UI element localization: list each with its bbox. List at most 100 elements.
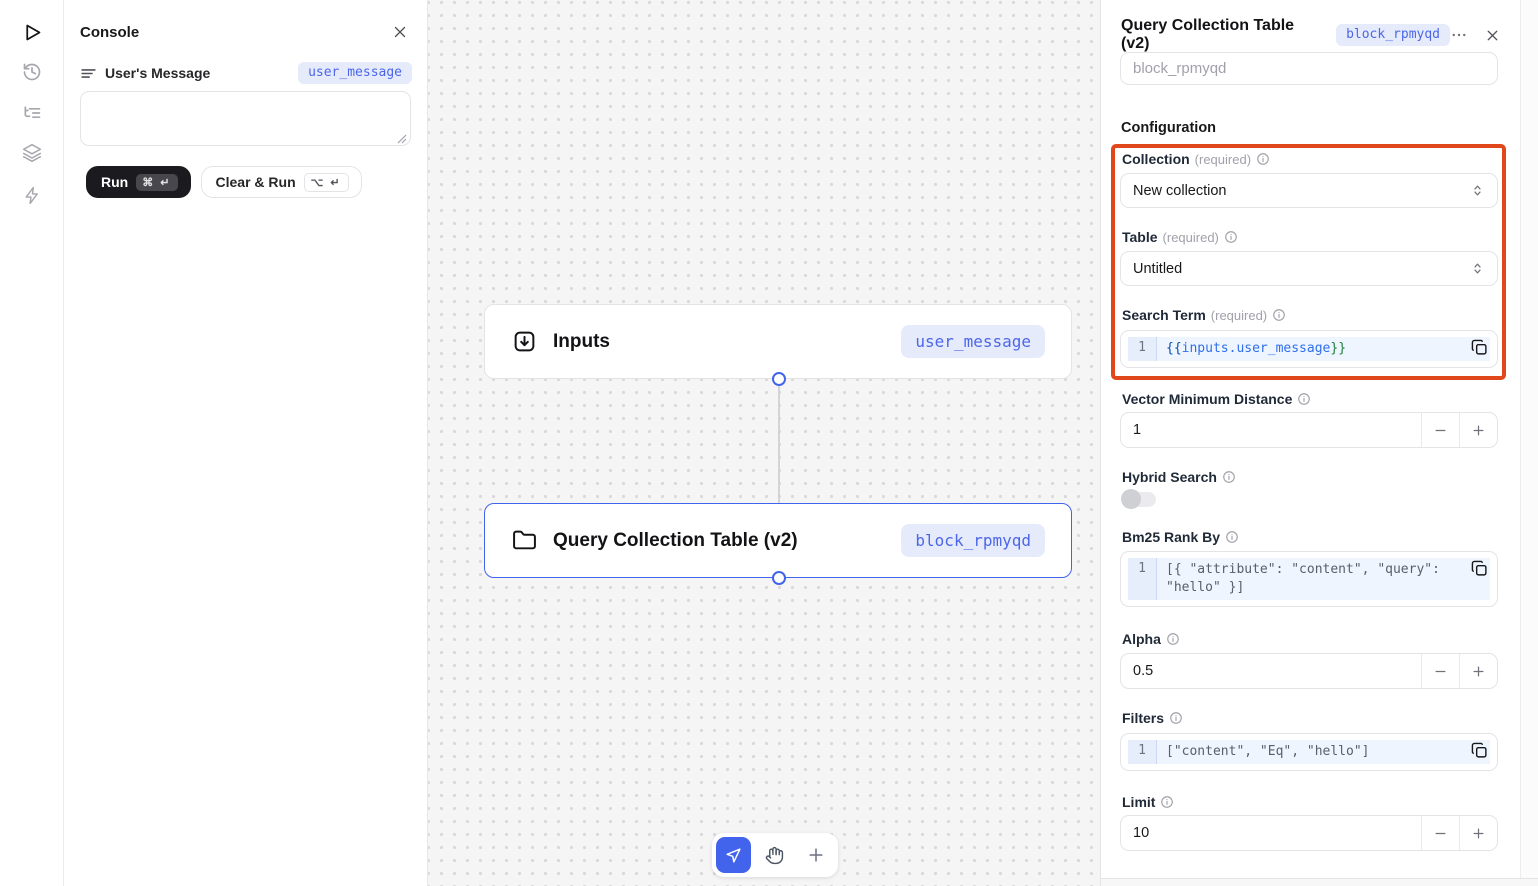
chevron-up-down-icon bbox=[1470, 183, 1485, 198]
copy-icon[interactable] bbox=[1471, 339, 1488, 356]
folder-icon bbox=[512, 528, 537, 553]
field-label: Hybrid Search bbox=[1122, 469, 1217, 485]
info-icon[interactable] bbox=[1272, 308, 1286, 322]
info-icon[interactable] bbox=[1224, 230, 1238, 244]
clear-and-run-button[interactable]: Clear & Run ⌥ ↵ bbox=[201, 166, 362, 198]
table-selected-value: Untitled bbox=[1133, 261, 1182, 277]
code-content[interactable]: ["content", "Eq", "hello"] bbox=[1157, 740, 1490, 764]
node-title: Query Collection Table (v2) bbox=[553, 530, 798, 552]
alpha-label-row: Alpha bbox=[1122, 631, 1180, 647]
block-name-input[interactable] bbox=[1120, 52, 1498, 85]
canvas-toolbar bbox=[712, 833, 838, 877]
required-tag: (required) bbox=[1163, 230, 1219, 245]
history-icon[interactable] bbox=[18, 58, 46, 86]
table-label-row: Table (required) bbox=[1122, 229, 1238, 245]
field-label: Table bbox=[1122, 229, 1158, 245]
info-icon[interactable] bbox=[1256, 152, 1270, 166]
code-token: {{ bbox=[1166, 341, 1182, 356]
collection-selected-value: New collection bbox=[1133, 183, 1227, 199]
decrement-button[interactable] bbox=[1421, 654, 1459, 688]
collection-label-row: Collection (required) bbox=[1122, 151, 1270, 167]
inspector-header: Query Collection Table (v2) block_rpmyqd bbox=[1121, 17, 1501, 53]
run-button[interactable]: Run ⌘ ↵ bbox=[86, 166, 191, 198]
node-inputs[interactable]: Inputs user_message bbox=[484, 304, 1072, 379]
code-token: }} bbox=[1330, 341, 1346, 356]
info-icon[interactable] bbox=[1169, 711, 1183, 725]
node-query-collection-table[interactable]: Query Collection Table (v2) block_rpmyqd bbox=[484, 503, 1072, 578]
workflow-canvas[interactable]: Inputs user_message Query Collection Tab… bbox=[428, 0, 1100, 886]
limit-label-row: Limit bbox=[1122, 794, 1174, 810]
info-icon[interactable] bbox=[1160, 795, 1174, 809]
increment-button[interactable] bbox=[1459, 413, 1497, 447]
collection-select[interactable]: New collection bbox=[1120, 173, 1498, 208]
increment-button[interactable] bbox=[1459, 654, 1497, 688]
field-label: Alpha bbox=[1122, 631, 1161, 647]
increment-button[interactable] bbox=[1459, 816, 1497, 850]
console-buttons: Run ⌘ ↵ Clear & Run ⌥ ↵ bbox=[86, 166, 362, 198]
node-title: Inputs bbox=[553, 331, 610, 353]
clear-run-button-label: Clear & Run bbox=[216, 174, 296, 190]
node-badge: user_message bbox=[901, 325, 1045, 358]
copy-icon[interactable] bbox=[1471, 560, 1488, 577]
run-flow-icon[interactable] bbox=[18, 18, 46, 46]
scrollbar-track[interactable] bbox=[1520, 0, 1538, 886]
configuration-heading: Configuration bbox=[1121, 120, 1216, 136]
alpha-value[interactable]: 0.5 bbox=[1121, 654, 1421, 688]
required-tag: (required) bbox=[1195, 152, 1251, 167]
vector-min-distance-value[interactable]: 1 bbox=[1121, 413, 1421, 447]
field-label: Search Term bbox=[1122, 307, 1206, 323]
pan-hand-tool[interactable] bbox=[757, 837, 792, 873]
console-close-icon[interactable] bbox=[391, 23, 409, 41]
input-variable-badge: user_message bbox=[298, 62, 412, 84]
info-icon[interactable] bbox=[1166, 632, 1180, 646]
vector-min-distance-field: 1 bbox=[1120, 412, 1498, 448]
hybrid-search-label-row: Hybrid Search bbox=[1122, 469, 1236, 485]
required-tag: (required) bbox=[1211, 308, 1267, 323]
bm25-editor[interactable]: 1 [{ "attribute": "content", "query": "h… bbox=[1120, 551, 1498, 607]
user-message-textarea[interactable] bbox=[80, 91, 411, 146]
line-number: 1 bbox=[1128, 558, 1157, 600]
output-port[interactable] bbox=[772, 571, 786, 585]
limit-value[interactable]: 10 bbox=[1121, 816, 1421, 850]
output-port[interactable] bbox=[772, 372, 786, 386]
run-shortcut: ⌘ ↵ bbox=[136, 174, 177, 191]
info-icon[interactable] bbox=[1222, 470, 1236, 484]
search-term-editor[interactable]: 1 {{inputs.user_message}} bbox=[1120, 330, 1498, 368]
align-left-icon bbox=[80, 65, 97, 82]
inspector-footer bbox=[1101, 878, 1538, 886]
bm25-label-row: Bm25 Rank By bbox=[1122, 529, 1239, 545]
chevron-up-down-icon bbox=[1470, 261, 1485, 276]
info-icon[interactable] bbox=[1297, 392, 1311, 406]
more-options-icon[interactable] bbox=[1450, 26, 1468, 44]
table-select[interactable]: Untitled bbox=[1120, 251, 1498, 286]
app-window: Console User's Message user_message Run … bbox=[0, 0, 1538, 886]
copy-icon[interactable] bbox=[1471, 742, 1488, 759]
list-tree-icon[interactable] bbox=[18, 99, 46, 127]
console-panel: Console User's Message user_message Run … bbox=[64, 0, 428, 886]
code-content[interactable]: {{inputs.user_message}} bbox=[1157, 337, 1490, 361]
zap-icon[interactable] bbox=[18, 181, 46, 209]
decrement-button[interactable] bbox=[1421, 816, 1459, 850]
run-button-label: Run bbox=[101, 174, 128, 190]
field-label: Vector Minimum Distance bbox=[1122, 391, 1292, 407]
icon-rail bbox=[0, 0, 64, 886]
code-content[interactable]: [{ "attribute": "content", "query": "hel… bbox=[1157, 558, 1490, 600]
inputs-icon bbox=[512, 329, 537, 354]
filters-editor[interactable]: 1 ["content", "Eq", "hello"] bbox=[1120, 733, 1498, 771]
layers-icon[interactable] bbox=[18, 139, 46, 167]
info-icon[interactable] bbox=[1225, 530, 1239, 544]
inspector-close-icon[interactable] bbox=[1484, 27, 1501, 44]
edge-connector bbox=[778, 379, 780, 504]
code-token: inputs.user_message bbox=[1182, 341, 1331, 356]
field-label: Collection bbox=[1122, 151, 1190, 167]
toggle-knob bbox=[1121, 489, 1141, 509]
hybrid-search-toggle[interactable] bbox=[1122, 492, 1156, 507]
filters-label-row: Filters bbox=[1122, 710, 1183, 726]
field-label: Limit bbox=[1122, 794, 1155, 810]
field-label: Bm25 Rank By bbox=[1122, 529, 1220, 545]
add-node-tool[interactable] bbox=[799, 837, 834, 873]
select-cursor-tool[interactable] bbox=[716, 837, 751, 873]
decrement-button[interactable] bbox=[1421, 413, 1459, 447]
console-input-row: User's Message user_message bbox=[80, 62, 412, 84]
block-id-badge: block_rpmyqd bbox=[1336, 24, 1450, 46]
